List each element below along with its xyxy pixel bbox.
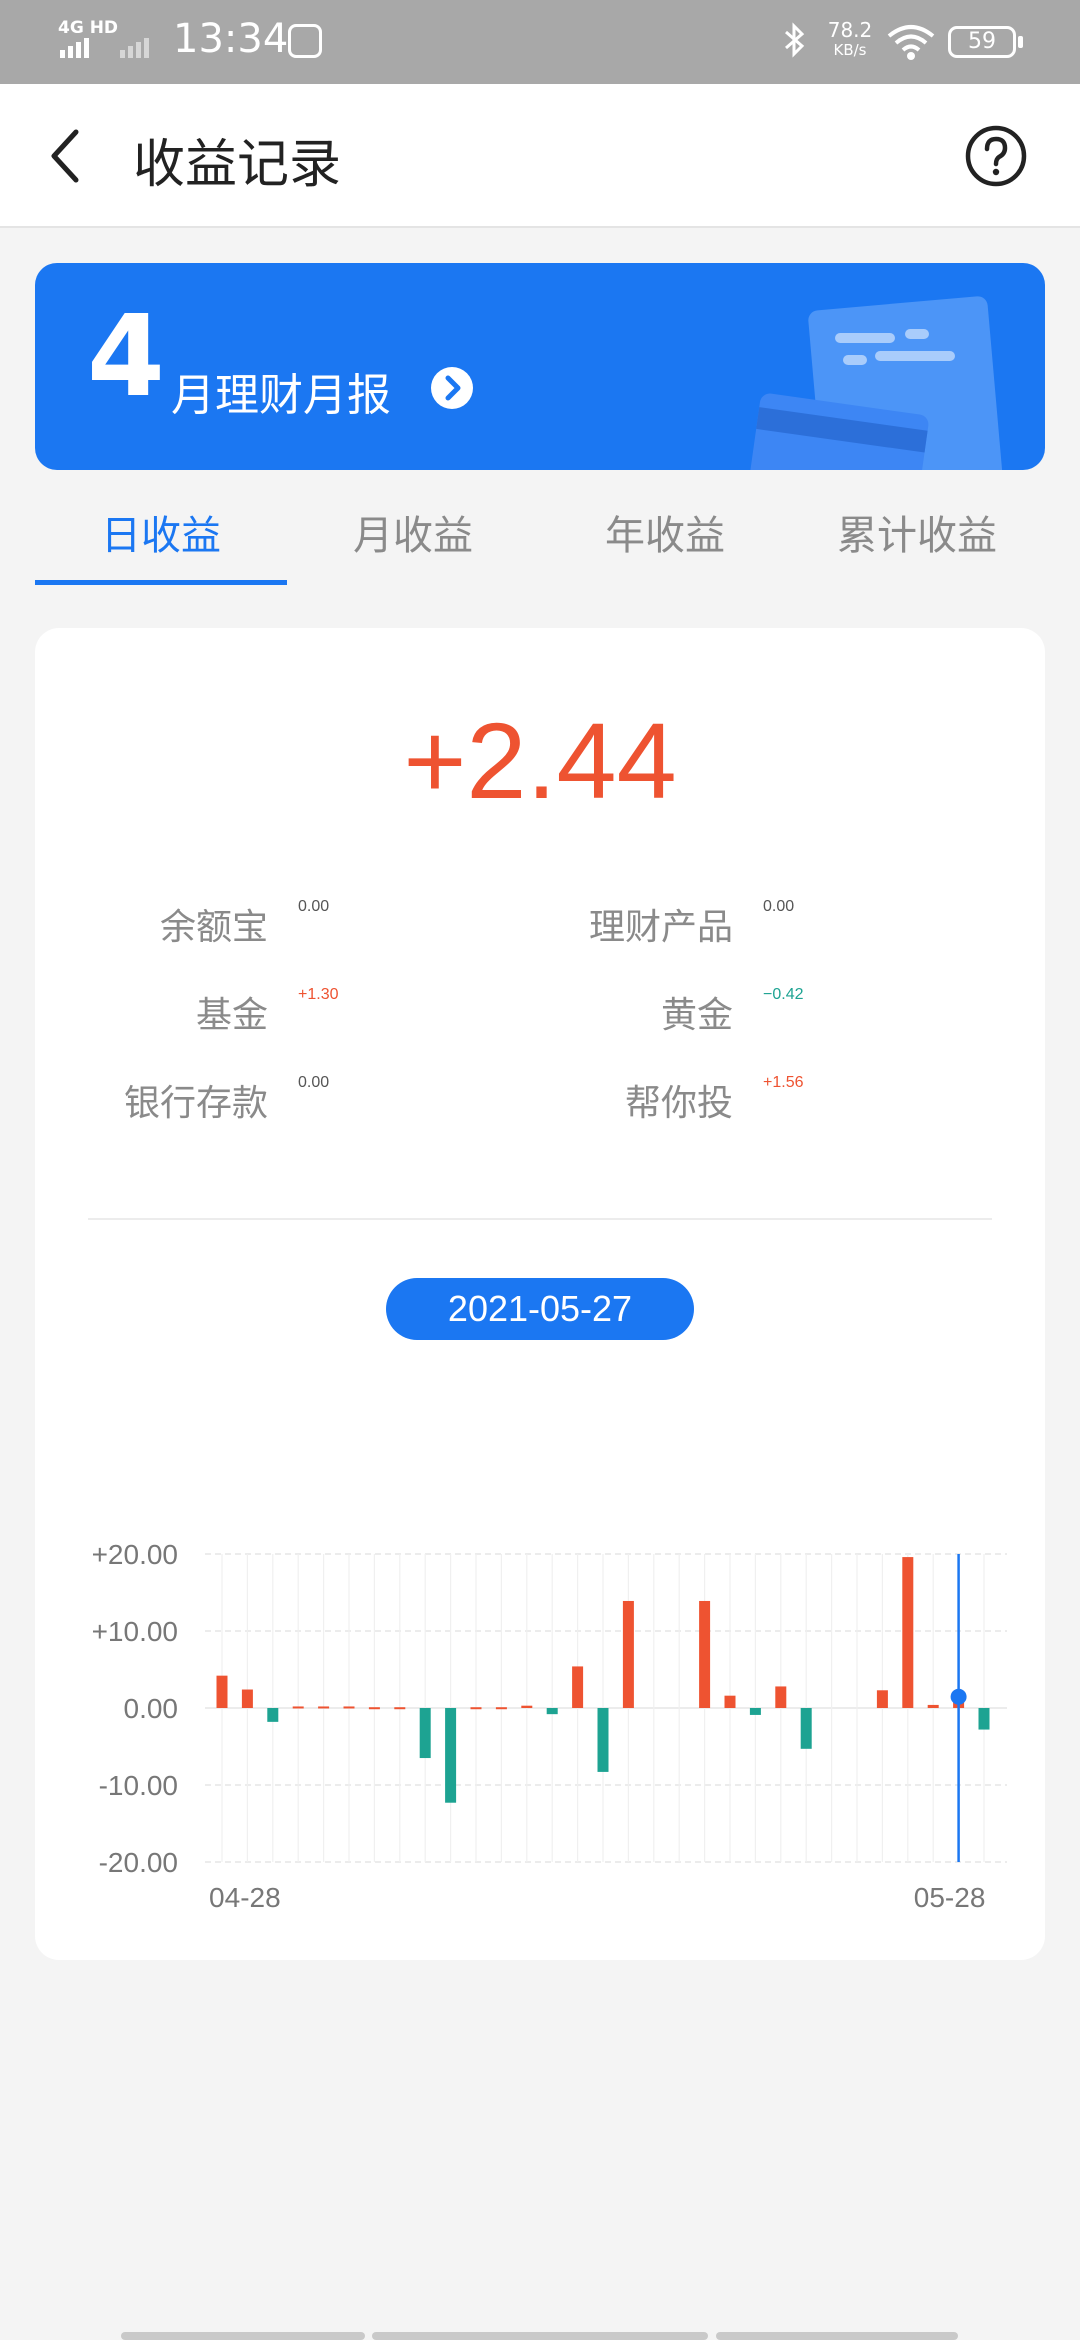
breakdown-item: 理财产品 (35, 898, 733, 948)
chart-bar (775, 1686, 787, 1708)
home-indicator (372, 2332, 708, 2340)
page-title: 收益记录 (133, 135, 342, 195)
value-gold: −0.42 (763, 986, 804, 1003)
banner-month: 4 (87, 292, 165, 422)
chart-bar (597, 1708, 609, 1772)
network-type: 4G HD (58, 18, 119, 38)
breakdown-item: 黄金 (35, 986, 733, 1036)
chart-bar (394, 1707, 406, 1710)
y-tick-label: +10.00 (92, 1616, 178, 1647)
chart-bar (521, 1705, 533, 1708)
chart-bar (368, 1707, 380, 1710)
wifi-icon (887, 25, 935, 60)
status-bar: 4G HD 13:34 78.2 KB/s 59 (0, 0, 1080, 84)
monthly-report-banner[interactable]: 4 月理财月报 (35, 263, 1045, 470)
chart-bar (419, 1708, 431, 1759)
chart-bar (267, 1708, 279, 1722)
y-tick-label: -20.00 (99, 1847, 178, 1878)
tab-daily[interactable]: 日收益 (35, 490, 287, 586)
selected-day-marker (950, 1688, 967, 1705)
chart-bar (800, 1708, 812, 1749)
breakdown-label: 帮你投 (624, 1083, 733, 1124)
daily-earnings-chart[interactable]: +20.00 +10.00 0.00 -10.00 -20.00 04-28 05-28 (35, 1348, 1045, 1908)
chart-bar (216, 1675, 228, 1708)
chart-bar (318, 1706, 330, 1709)
back-arrow-icon[interactable] (44, 126, 88, 186)
chart-bar (622, 1600, 634, 1708)
selected-date-pill: 2021-05-27 (386, 1278, 694, 1340)
network-speed: 78.2 KB/s (820, 20, 880, 60)
value-yuebao: 0.00 (298, 898, 330, 915)
battery-icon: 59 (948, 26, 1016, 58)
x-tick-label: 04-28 (209, 1882, 281, 1908)
y-tick-label: +20.00 (92, 1539, 178, 1570)
chart-bar (445, 1708, 457, 1803)
y-tick-label: -10.00 (99, 1770, 178, 1801)
earnings-card: +2.44 余额宝 理财产品 基金 黄金 银行存款 帮你投 0.00 0.00 … (35, 628, 1045, 1960)
chevron-right-circle-icon (431, 367, 473, 409)
banner-title: 月理财月报 (171, 370, 391, 421)
earnings-tabs: 日收益 月收益 年收益 累计收益 (35, 490, 1045, 586)
report-document-illustration (748, 296, 1003, 470)
x-tick-label: 05-28 (914, 1882, 986, 1908)
breakdown-label: 黄金 (660, 995, 733, 1036)
chart-bar (749, 1708, 761, 1715)
speed-value: 78.2 (827, 18, 873, 42)
navigation-bar: 收益记录 (0, 84, 1080, 228)
value-invest-for-you: +1.56 (763, 1074, 804, 1091)
help-icon[interactable] (964, 124, 1028, 188)
tab-yearly[interactable]: 年收益 (539, 490, 791, 586)
clock: 13:34 (173, 16, 289, 62)
chart-bar (241, 1689, 253, 1708)
tab-cumulative[interactable]: 累计收益 (791, 490, 1043, 586)
chart-bar (978, 1708, 990, 1730)
alipay-notification-icon (288, 24, 322, 58)
value-wealth-products: 0.00 (763, 898, 795, 915)
signal-icon (60, 38, 149, 58)
value-bank-deposit: 0.00 (298, 1074, 330, 1091)
breakdown-label: 理财产品 (588, 907, 733, 948)
speed-unit: KB/s (833, 41, 867, 59)
tab-monthly[interactable]: 月收益 (287, 490, 539, 586)
chart-bar (470, 1707, 482, 1710)
chart-bar (699, 1600, 711, 1708)
chart-bar (572, 1666, 584, 1708)
chart-bar (724, 1695, 736, 1708)
total-earnings: +2.44 (403, 700, 677, 821)
value-funds: +1.30 (298, 986, 339, 1003)
chart-bar (927, 1704, 939, 1708)
chart-bar (902, 1557, 914, 1708)
breakdown-item: 帮你投 (35, 1074, 733, 1124)
y-tick-label: 0.00 (124, 1693, 179, 1724)
chart-bar (495, 1707, 507, 1710)
home-indicator (716, 2332, 958, 2340)
chart-bar (876, 1690, 888, 1708)
home-indicator (121, 2332, 365, 2340)
bluetooth-icon (785, 22, 805, 58)
chart-bar (292, 1706, 304, 1709)
divider (88, 1218, 992, 1220)
battery-tip (1018, 36, 1023, 48)
chart-bar (343, 1706, 355, 1709)
chart-bar (546, 1708, 558, 1715)
active-tab-indicator (35, 580, 287, 585)
